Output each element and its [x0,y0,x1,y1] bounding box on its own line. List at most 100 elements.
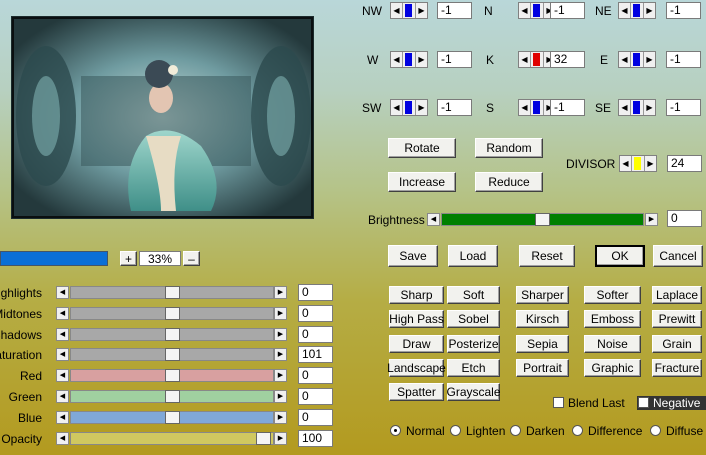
spin-left-icon[interactable]: ◀ [519,52,531,67]
adjust-opacity-thumb[interactable] [256,431,271,445]
filter-kirsch-button[interactable]: Kirsch [516,310,569,329]
brightness-left-arrow-icon[interactable]: ◀ [427,213,440,226]
blend-normal-radio[interactable] [390,425,401,436]
reset-button[interactable]: Reset [519,245,575,267]
compass-sw-spinner[interactable]: ◀ ▶ [390,99,428,116]
blend-last-checkbox[interactable]: Blend Last [553,396,635,410]
spin-left-icon[interactable]: ◀ [391,52,403,67]
compass-nw-spinner[interactable]: ◀ ▶ [390,2,428,19]
adjust-right-arrow-icon[interactable]: ▶ [274,390,287,403]
adjust-midtones-field[interactable]: 0 [298,304,333,322]
adjust-left-arrow-icon[interactable]: ◀ [56,390,69,403]
spin-left-icon[interactable]: ◀ [391,100,403,115]
adjust-highlights-thumb[interactable] [165,286,180,299]
compass-se-field[interactable]: -1 [666,99,701,116]
adjust-blue-thumb[interactable] [165,410,180,424]
adjust-midtones-thumb[interactable] [165,306,180,320]
increase-button[interactable]: Increase [388,172,456,192]
filter-spatter-button[interactable]: Spatter [389,383,444,402]
compass-sw-field[interactable]: -1 [437,99,472,116]
spin-left-icon[interactable]: ◀ [620,156,632,171]
adjust-opacity-track[interactable] [70,431,274,445]
divisor-field[interactable]: 24 [667,155,702,172]
adjust-blue-field[interactable]: 0 [298,408,333,426]
adjust-aturation-thumb[interactable] [165,348,180,362]
adjust-green-field[interactable]: 0 [298,388,333,405]
zoom-in-button[interactable]: + [120,251,137,266]
ok-button[interactable]: OK [595,245,645,267]
save-button[interactable]: Save [388,245,438,267]
compass-s-field[interactable]: -1 [550,99,585,116]
adjust-right-arrow-icon[interactable]: ▶ [274,431,287,445]
blend-lighten-radio[interactable] [450,425,461,436]
compass-w-spinner[interactable]: ◀ ▶ [390,51,428,68]
adjust-opacity-field[interactable]: 100 [298,429,333,447]
compass-ne-field[interactable]: -1 [666,2,701,19]
cancel-button[interactable]: Cancel [653,245,703,267]
adjust-left-arrow-icon[interactable]: ◀ [56,306,69,320]
adjust-left-arrow-icon[interactable]: ◀ [56,327,69,341]
adjust-right-arrow-icon[interactable]: ▶ [274,327,287,341]
spin-right-icon[interactable]: ▶ [643,52,655,67]
compass-k-field[interactable]: 32 [550,51,585,68]
filter-portrait-button[interactable]: Portrait [516,358,569,377]
filter-etch-button[interactable]: Etch [447,358,500,377]
blend-last-box[interactable] [553,397,564,408]
filter-sepia-button[interactable]: Sepia [516,334,569,353]
negative-box[interactable] [638,397,649,408]
compass-ne-spinner[interactable]: ◀ ▶ [618,2,656,19]
spin-right-icon[interactable]: ▶ [415,52,427,67]
adjust-right-arrow-icon[interactable]: ▶ [274,306,287,320]
blend-darken-radio[interactable] [510,425,521,436]
filter-grayscale-button[interactable]: Grayscale [446,383,501,402]
adjust-red-field[interactable]: 0 [298,367,333,385]
adjust-red-thumb[interactable] [165,369,180,383]
adjust-left-arrow-icon[interactable]: ◀ [56,286,69,299]
adjust-right-arrow-icon[interactable]: ▶ [274,369,287,383]
filter-noise-button[interactable]: Noise [584,334,641,353]
spin-right-icon[interactable]: ▶ [415,100,427,115]
adjust-aturation-field[interactable]: 101 [298,346,333,364]
brightness-right-arrow-icon[interactable]: ▶ [645,213,658,226]
compass-w-field[interactable]: -1 [437,51,472,68]
filter-sharp-button[interactable]: Sharp [389,286,444,304]
spin-left-icon[interactable]: ◀ [391,3,403,18]
adjust-left-arrow-icon[interactable]: ◀ [56,410,69,424]
adjust-highlights-field[interactable]: 0 [298,284,333,301]
rotate-button[interactable]: Rotate [388,138,456,158]
adjust-right-arrow-icon[interactable]: ▶ [274,348,287,362]
spin-left-icon[interactable]: ◀ [619,3,631,18]
negative-checkbox[interactable]: Negative [637,396,706,410]
zoom-out-button[interactable]: – [183,251,200,266]
divisor-spinner[interactable]: ◀ ▶ [619,155,657,172]
filter-landscape-button[interactable]: Landscape [387,358,446,377]
filter-softer-button[interactable]: Softer [584,286,641,304]
adjust-left-arrow-icon[interactable]: ◀ [56,369,69,383]
spin-right-icon[interactable]: ▶ [643,3,655,18]
adjust-shadows-field[interactable]: 0 [298,325,333,343]
adjust-left-arrow-icon[interactable]: ◀ [56,348,69,362]
filter-fracture-button[interactable]: Fracture [652,358,702,377]
filter-sharper-button[interactable]: Sharper [516,286,569,304]
compass-e-field[interactable]: -1 [666,51,701,68]
filter-posterize-button[interactable]: Posterize [447,334,500,353]
spin-right-icon[interactable]: ▶ [644,156,656,171]
brightness-thumb[interactable] [535,213,550,226]
filter-grain-button[interactable]: Grain [652,334,702,353]
spin-left-icon[interactable]: ◀ [519,100,531,115]
spin-left-icon[interactable]: ◀ [519,3,531,18]
brightness-field[interactable]: 0 [667,210,702,227]
spin-left-icon[interactable]: ◀ [619,52,631,67]
filter-draw-button[interactable]: Draw [389,334,444,353]
random-button[interactable]: Random [475,138,543,158]
filter-sobel-button[interactable]: Sobel [447,310,500,329]
adjust-green-thumb[interactable] [165,390,180,403]
filter-soft-button[interactable]: Soft [447,286,500,304]
filter-prewitt-button[interactable]: Prewitt [652,310,702,329]
compass-e-spinner[interactable]: ◀ ▶ [618,51,656,68]
load-button[interactable]: Load [448,245,498,267]
reduce-button[interactable]: Reduce [475,172,543,192]
spin-left-icon[interactable]: ◀ [619,100,631,115]
zoom-field[interactable]: 33% [139,251,181,266]
blend-difference-radio[interactable] [572,425,583,436]
